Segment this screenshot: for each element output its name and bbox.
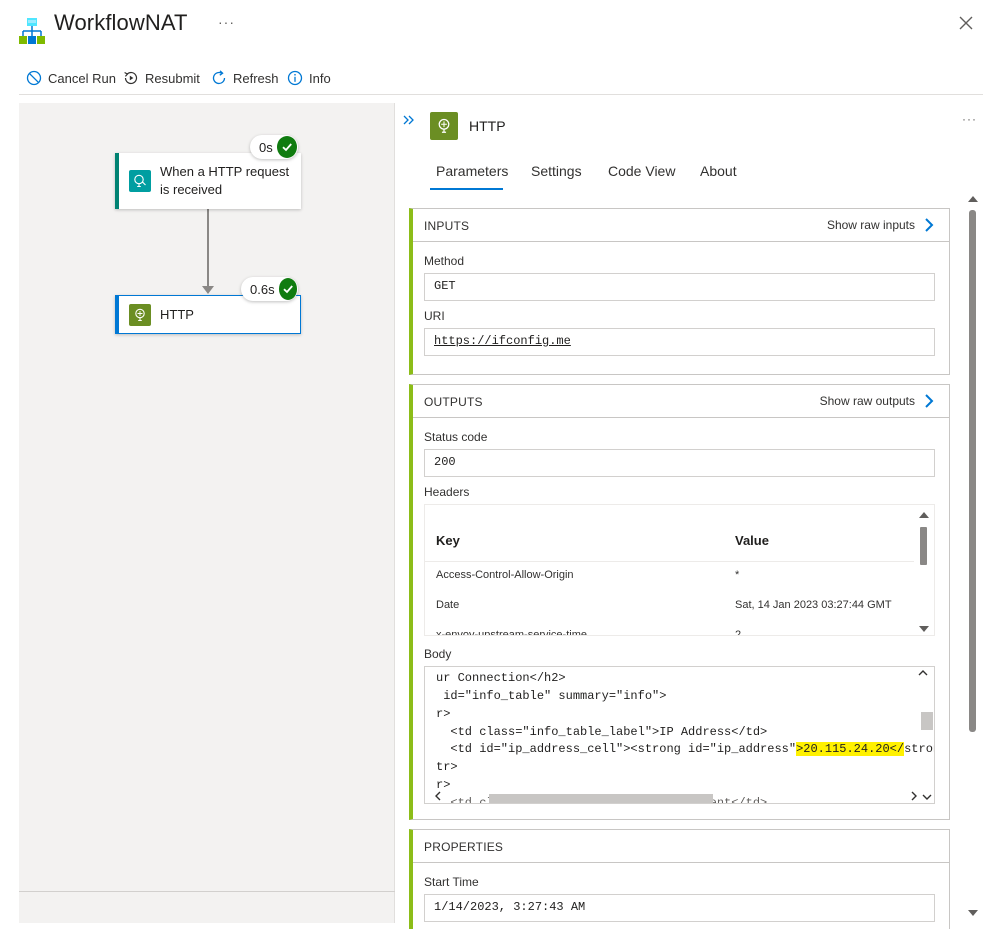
pane-more-options-icon[interactable]: ··· [962, 112, 977, 126]
info-button[interactable]: Info [287, 68, 331, 88]
expand-chevron-icon[interactable] [402, 113, 416, 127]
code-line: r> [436, 778, 451, 792]
inputs-header: INPUTS Show raw inputs [413, 209, 949, 242]
code-line: tr> [436, 760, 458, 774]
code-line-ip-address: <td id="ip_address_cell"><strong id="ip_… [436, 742, 934, 756]
resubmit-icon [124, 71, 138, 85]
show-raw-outputs-label: Show raw outputs [819, 394, 915, 408]
close-icon[interactable] [956, 13, 976, 33]
trigger-label-line1: When a HTTP request [160, 164, 290, 179]
properties-header: PROPERTIES [413, 830, 949, 863]
uri-label: URI [424, 309, 445, 323]
refresh-label: Refresh [233, 70, 279, 86]
http-action-icon [430, 112, 458, 140]
body-vscroll-thumb[interactable] [921, 712, 933, 730]
pane-scroll-down-icon[interactable] [968, 910, 978, 916]
code-line: ur Connection</h2> [436, 671, 566, 685]
show-raw-outputs-link[interactable]: Show raw outputs [820, 393, 935, 409]
toolbar-divider [19, 94, 983, 95]
tab-settings[interactable]: Settings [531, 163, 582, 179]
method-field: GET [424, 273, 935, 301]
status-code-field: 200 [424, 449, 935, 477]
show-raw-inputs-label: Show raw inputs [826, 218, 915, 232]
headers-scroll-thumb[interactable] [920, 527, 927, 565]
trigger-duration: 0s [259, 139, 273, 155]
scroll-down-icon[interactable] [919, 626, 929, 632]
tab-code-view[interactable]: Code View [608, 163, 675, 179]
http-request-trigger-icon [129, 170, 151, 192]
more-options-icon[interactable]: ··· [218, 14, 235, 30]
pane-scroll-up-icon[interactable] [968, 196, 978, 202]
scroll-left-icon[interactable] [434, 791, 442, 801]
scroll-down-icon[interactable] [922, 793, 932, 801]
scroll-up-icon[interactable] [918, 669, 928, 677]
inputs-title: INPUTS [424, 219, 470, 233]
refresh-button[interactable]: Refresh [211, 68, 279, 88]
chevron-right-icon [925, 394, 934, 408]
header-value: * [735, 569, 740, 581]
canvas-divider [19, 891, 395, 892]
headers-label: Headers [424, 485, 470, 499]
page-title: WorkflowNAT [54, 10, 188, 35]
pane-scroll-thumb[interactable] [969, 210, 976, 732]
cancel-icon [26, 70, 42, 86]
success-check-icon [276, 136, 297, 158]
body-hscroll-thumb[interactable] [489, 794, 713, 803]
start-time-field: 1/14/2023, 3:27:43 AM [424, 894, 935, 922]
code-line: <td class="info_table_label">IP Address<… [436, 725, 768, 739]
headers-key-column: Key [436, 533, 460, 548]
http-duration: 0.6s [250, 281, 275, 297]
code-ip-suffix: stron [904, 742, 934, 756]
http-card-label: HTTP [160, 306, 194, 322]
outputs-header: OUTPUTS Show raw outputs [413, 385, 949, 418]
header-value: Sat, 14 Jan 2023 03:27:44 GMT [735, 599, 892, 611]
resubmit-button[interactable]: Resubmit [123, 68, 200, 88]
http-duration-badge: 0.6s [241, 277, 298, 301]
outputs-title: OUTPUTS [424, 395, 483, 409]
code-line: id="info_table" summary="info"> [436, 689, 667, 703]
resubmit-label: Resubmit [145, 70, 200, 86]
tab-parameters[interactable]: Parameters [436, 163, 508, 179]
header-key: x-envoy-upstream-service-time [436, 629, 587, 636]
http-action-icon [129, 303, 151, 326]
start-time-label: Start Time [424, 875, 479, 889]
body-code-box[interactable]: ur Connection</h2> id="info_table" summa… [424, 666, 935, 804]
code-line: r> [436, 707, 451, 721]
chevron-right-icon [925, 218, 934, 232]
ip-address-highlight: >20.115.24.20</ [796, 742, 905, 756]
success-check-icon [278, 278, 297, 300]
scroll-up-icon[interactable] [919, 512, 929, 518]
pane-title: HTTP [469, 118, 506, 134]
properties-title: PROPERTIES [424, 840, 504, 854]
header-key: Access-Control-Allow-Origin [436, 569, 574, 581]
code-ip-prefix: <td id="ip_address_cell"><strong id="ip_… [436, 742, 797, 756]
trigger-card-label: When a HTTP request is received [160, 163, 289, 199]
info-label: Info [309, 70, 331, 86]
status-code-label: Status code [424, 430, 488, 444]
headers-divider [425, 561, 916, 562]
headers-table[interactable]: Key Value Access-Control-Allow-Origin * … [424, 504, 935, 636]
method-label: Method [424, 254, 465, 268]
info-icon [287, 70, 303, 86]
header-value: 2 [735, 629, 742, 636]
connector-arrow-icon [202, 286, 214, 294]
show-raw-inputs-link[interactable]: Show raw inputs [827, 217, 935, 233]
headers-scrollbar[interactable] [914, 505, 934, 635]
body-label: Body [424, 647, 452, 661]
tab-about[interactable]: About [700, 163, 737, 179]
uri-field[interactable]: https://ifconfig.me [424, 328, 935, 356]
cancel-run-button[interactable]: Cancel Run [26, 68, 116, 88]
trigger-card[interactable]: When a HTTP request is received [115, 153, 301, 209]
cancel-run-label: Cancel Run [48, 70, 116, 86]
headers-value-column: Value [735, 533, 769, 548]
connector-line [207, 209, 209, 289]
scroll-right-icon[interactable] [910, 791, 918, 801]
refresh-icon [212, 70, 226, 85]
active-tab-indicator [430, 188, 503, 190]
trigger-duration-badge: 0s [250, 135, 298, 159]
header-key: Date [436, 599, 460, 611]
trigger-label-line2: is received [160, 182, 223, 197]
logic-app-icon [19, 18, 45, 44]
